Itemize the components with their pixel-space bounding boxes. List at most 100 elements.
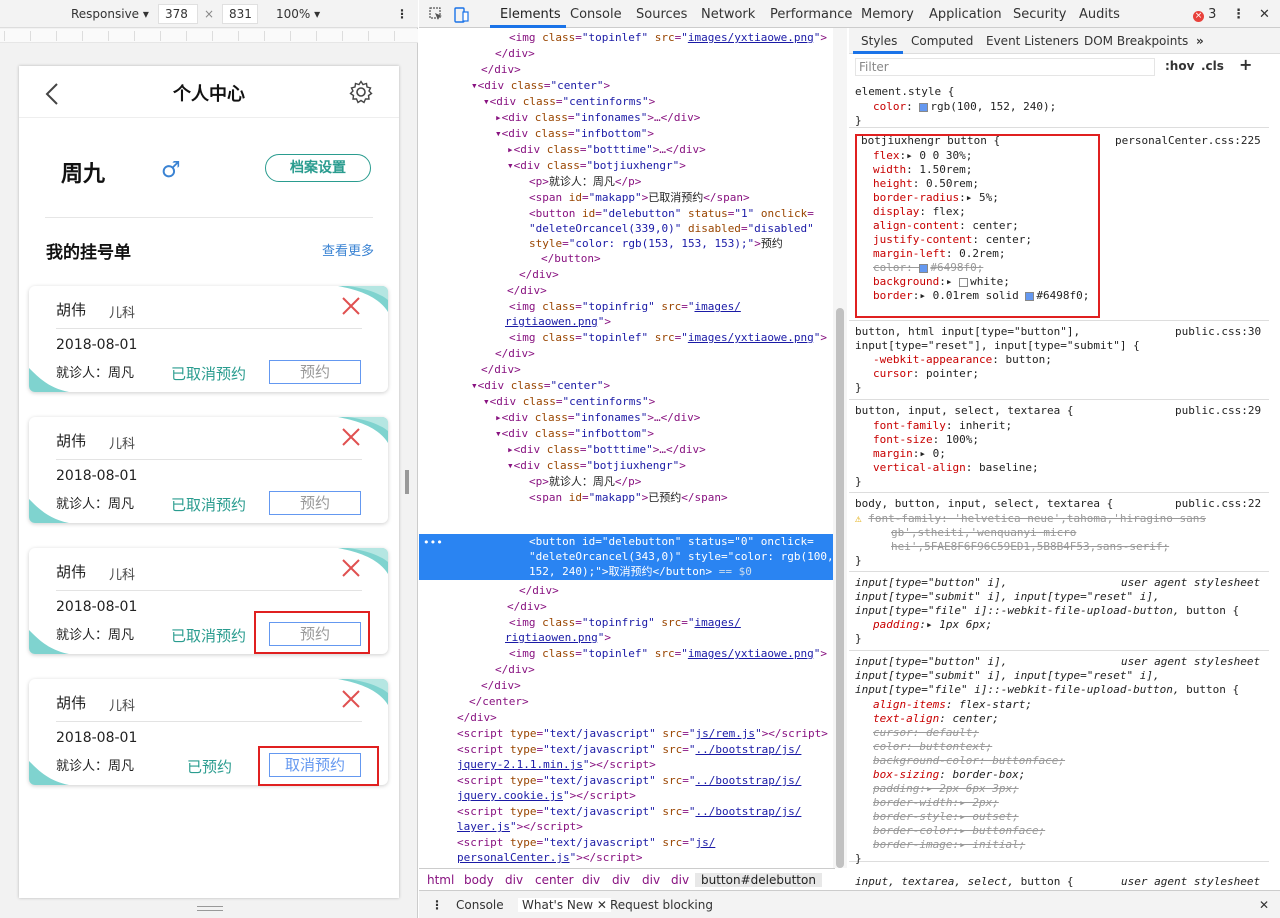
drawer-tab-request-blocking[interactable]: Request blocking (610, 898, 713, 912)
phone-viewport: 个人中心 周九 ♂ 档案设置 我的挂号单 查看更多 胡伟 儿科 2018-08-… (19, 66, 399, 898)
close-icon[interactable] (341, 689, 361, 712)
style-rule: body, button, input, select, textarea { … (849, 494, 1269, 572)
tab-application[interactable]: Application (929, 7, 1002, 22)
drawer-tab-whats-new[interactable]: What's New ✕ (518, 898, 611, 912)
tab-computed[interactable]: Computed (911, 34, 973, 48)
crumb-item[interactable]: div (612, 873, 630, 887)
close-icon[interactable]: ✕ (597, 898, 607, 912)
elements-tree: <img class="topinlef" src="images/yxtiao… (419, 28, 835, 868)
drawer-menu-icon[interactable]: ⋮ (431, 898, 443, 912)
doctor-name: 胡伟 (56, 563, 87, 581)
styles-filter-input[interactable]: Filter (855, 58, 1155, 76)
patient-label: 就诊人：周凡 (56, 497, 135, 512)
page-title: 个人中心 (173, 84, 245, 105)
style-rule: input[type="button" i], user agent style… (849, 652, 1269, 865)
card-divider (56, 590, 362, 591)
drawer-tab-console[interactable]: Console (456, 898, 504, 912)
status-text: 已预约 (187, 758, 233, 776)
page-header: 个人中心 (19, 66, 399, 118)
more-options-icon[interactable]: ⋮ (396, 7, 408, 21)
style-rule: input[type="button" i], user agent style… (849, 573, 1269, 651)
department: 儿科 (109, 306, 136, 321)
crumb-item[interactable]: center (535, 873, 574, 887)
appointment-card: 胡伟 儿科 2018-08-01 就诊人：周凡 已取消预约 预约 (29, 286, 388, 392)
patient-label: 就诊人：周凡 (56, 366, 135, 381)
breadcrumb: html body div center div div div div but… (419, 868, 835, 890)
close-icon[interactable] (341, 296, 361, 319)
appointment-date: 2018-08-01 (56, 599, 138, 615)
department: 儿科 (109, 437, 136, 452)
device-toggle-icon[interactable] (453, 7, 469, 27)
crumb-item[interactable]: div (671, 873, 689, 887)
drawer-tab-bar: ⋮ Console What's New ✕ Request blocking … (419, 890, 1280, 918)
crumb-item[interactable]: body (464, 873, 494, 887)
cls-toggle[interactable]: .cls (1201, 59, 1224, 73)
tab-network[interactable]: Network (701, 7, 755, 22)
close-icon[interactable]: ✕ (1259, 7, 1270, 22)
close-icon[interactable]: ✕ (1259, 898, 1269, 912)
height-input[interactable]: 831 (222, 4, 258, 24)
times-sign: × (204, 7, 215, 21)
doctor-name: 胡伟 (56, 694, 87, 712)
male-icon: ♂ (161, 158, 181, 183)
book-button[interactable]: 预约 (269, 491, 361, 515)
highlight-box (855, 134, 1100, 318)
style-rule: button, html input[type="button"], publi… (849, 322, 1269, 400)
new-rule-icon[interactable]: + (1239, 55, 1252, 74)
crumb-item[interactable]: html (427, 873, 454, 887)
crumb-item-selected[interactable]: button#delebutton (695, 873, 822, 887)
selected-node-row[interactable]: ••• <button id="delebutton" status="0" o… (419, 534, 834, 580)
more-tabs-icon[interactable]: » (1196, 34, 1204, 48)
tab-audits[interactable]: Audits (1079, 7, 1120, 22)
resize-handle[interactable] (405, 470, 409, 494)
device-select[interactable]: Responsive ▾ (71, 7, 149, 21)
tab-dom-breakpoints[interactable]: DOM Breakpoints (1084, 34, 1188, 48)
devtools-panel: Elements Console Sources Network Perform… (419, 0, 1280, 918)
drawer-tab-label: What's New (522, 898, 594, 912)
see-more-link[interactable]: 查看更多 (322, 240, 374, 259)
crumb-item[interactable]: div (505, 873, 523, 887)
profile-settings-button[interactable]: 档案设置 (265, 154, 371, 182)
error-count: 3 (1208, 7, 1217, 22)
tab-performance[interactable]: Performance (770, 7, 852, 22)
book-button[interactable]: 预约 (269, 360, 361, 384)
appointment-date: 2018-08-01 (56, 337, 138, 353)
card-divider (56, 459, 362, 460)
tab-memory[interactable]: Memory (861, 7, 914, 22)
tab-elements[interactable]: Elements (500, 7, 561, 22)
hov-toggle[interactable]: :hov (1165, 59, 1194, 73)
card-divider (56, 721, 362, 722)
elements-scrollbar[interactable] (833, 28, 847, 868)
department: 儿科 (109, 568, 136, 583)
card-divider (56, 328, 362, 329)
appointment-date: 2018-08-01 (56, 468, 138, 484)
tab-event-listeners[interactable]: Event Listeners (986, 34, 1079, 48)
patient-label: 就诊人：周凡 (56, 628, 135, 643)
tab-styles[interactable]: Styles (861, 34, 897, 48)
highlight-box (258, 746, 379, 786)
tab-sources[interactable]: Sources (636, 7, 687, 22)
crumb-item[interactable]: div (582, 873, 600, 887)
gear-icon[interactable] (349, 80, 373, 107)
crumb-item[interactable]: div (642, 873, 660, 887)
zoom-select[interactable]: 100% ▾ (276, 7, 320, 21)
tab-security[interactable]: Security (1013, 7, 1066, 22)
error-badge[interactable]: × 3 (1193, 7, 1216, 22)
width-input[interactable]: 378 (158, 4, 198, 24)
close-icon[interactable] (341, 427, 361, 450)
user-name: 周九 (61, 162, 106, 187)
style-rule: button, input, select, textarea { public… (849, 401, 1269, 493)
close-icon[interactable] (341, 558, 361, 581)
highlight-box (254, 611, 370, 654)
styles-pane: Styles Computed Event Listeners DOM Brea… (849, 28, 1280, 890)
scroll-thumb[interactable] (836, 308, 844, 868)
more-menu-icon[interactable]: ⋮ (1232, 7, 1245, 22)
department: 儿科 (109, 699, 136, 714)
tab-console[interactable]: Console (570, 7, 622, 22)
inspect-icon[interactable] (429, 7, 443, 25)
doctor-name: 胡伟 (56, 432, 87, 450)
section-title: 我的挂号单 (46, 243, 131, 263)
media-ruler (0, 29, 418, 43)
bottom-resize-handle[interactable] (197, 906, 223, 911)
doctor-name: 胡伟 (56, 301, 87, 319)
